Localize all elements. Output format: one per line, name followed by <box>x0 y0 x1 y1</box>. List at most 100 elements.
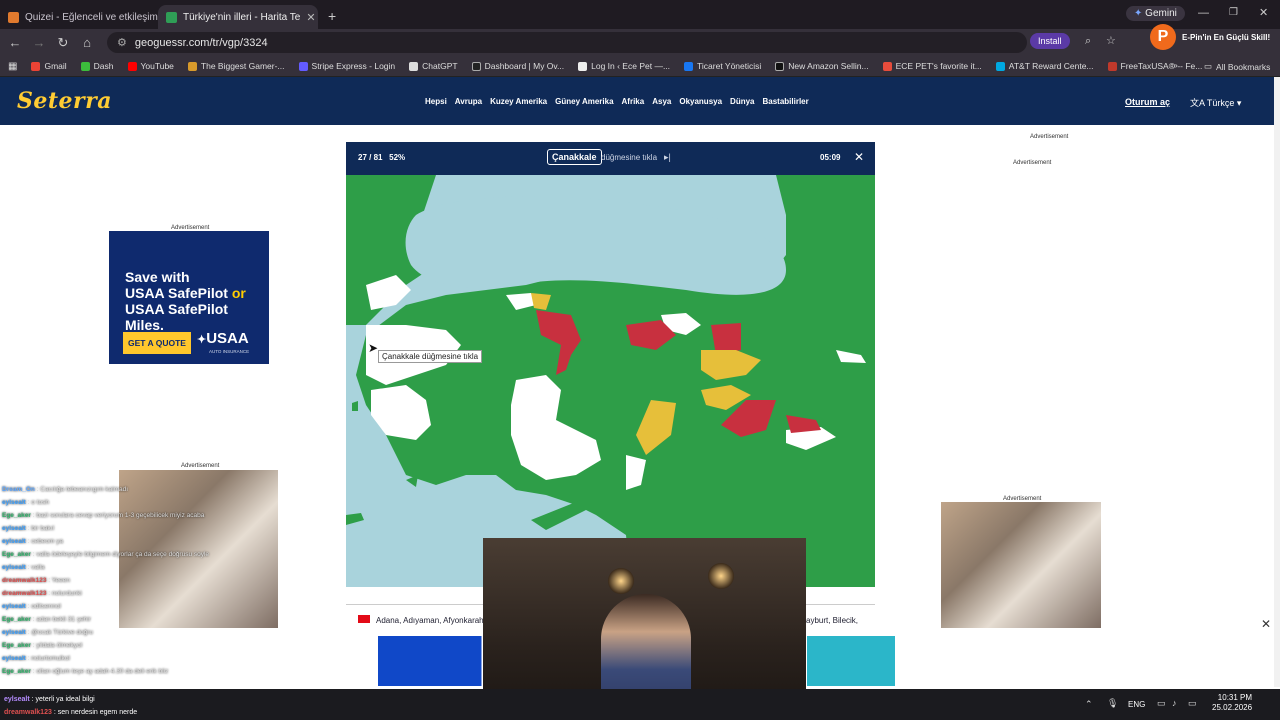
forward-arrow-icon[interactable]: → <box>27 35 51 50</box>
close-ad-icon[interactable]: ✕ <box>1261 617 1271 631</box>
chat-message: Cacılığa tebeanızıgım kalmadı <box>40 486 129 493</box>
chat-line: Ege_aker : adan bekli 31 şehir <box>2 616 91 623</box>
bookmark-item[interactable]: Stripe Express - Login <box>298 61 395 71</box>
tray-expand-icon[interactable]: ⌃ <box>1085 699 1093 710</box>
bookmark-star-icon[interactable]: ☆ <box>1106 34 1116 47</box>
gemini-button[interactable]: ✦ Gemini <box>1126 6 1185 21</box>
close-game-icon[interactable]: ✕ <box>854 150 864 164</box>
address-bar-row: ← → ↻ ⌂ ⚙ geoguessr.com/tr/vgp/3324 Inst… <box>0 24 1280 56</box>
ad-label: Advertisement <box>1030 134 1069 140</box>
prompt-text: düğmesine tıkla <box>601 153 658 162</box>
bookmark-item[interactable]: The Biggest Gamer-... <box>187 61 285 71</box>
apps-grid-icon[interactable]: ▦ <box>8 61 17 72</box>
seterra-logo[interactable]: Seterra <box>17 88 112 114</box>
close-window-button[interactable]: ✕ <box>1259 6 1268 19</box>
nav-item[interactable]: Kuzey Amerika <box>490 97 547 106</box>
chat-username: Dream_On <box>2 486 35 493</box>
extension-p-icon[interactable]: P <box>1150 24 1176 50</box>
volume-icon[interactable]: ♪ <box>1172 698 1177 708</box>
bookmark-item[interactable]: ECE PET's favorite it... <box>882 61 982 71</box>
nav-item[interactable]: Güney Amerika <box>555 97 613 106</box>
chat-username: eylsealt <box>2 538 26 545</box>
nav-item[interactable]: Asya <box>652 97 671 106</box>
url-field[interactable]: ⚙ geoguessr.com/tr/vgp/3324 <box>107 32 1027 53</box>
nav-item[interactable]: Afrika <box>622 97 645 106</box>
chat-message: bazi sorulara cevap veriyorum 1-3 geçebi… <box>36 512 205 519</box>
chat-message: @ocak Türkive doğru <box>31 629 94 636</box>
all-bookmarks-folder[interactable]: ▭ All Bookmarks <box>1204 61 1270 72</box>
nav-item[interactable]: Dünya <box>730 97 754 106</box>
battery-icon[interactable]: ▭ <box>1188 698 1197 709</box>
home-icon[interactable]: ⌂ <box>75 35 99 50</box>
bookmark-item[interactable]: Gmail <box>31 61 67 71</box>
bookmark-item[interactable]: Log In ‹ Ece Pet —... <box>578 61 670 71</box>
meta-icon <box>684 61 694 71</box>
stripe-icon <box>298 61 308 71</box>
tab-quizei[interactable]: Quizei - Eğlenceli ve etkileşimli ✕ <box>0 5 158 29</box>
chat-line: eylsealt : oditsennol <box>2 603 61 610</box>
new-tab-button[interactable]: + <box>328 8 336 24</box>
language-selector[interactable]: 文A Türkçe ▾ <box>1190 96 1241 109</box>
nav-item[interactable]: Hepsi <box>425 97 447 106</box>
bookmark-item[interactable]: YouTube <box>127 61 174 71</box>
site-header: Seterra Hepsi Avrupa Kuzey Amerika Güney… <box>0 77 1274 125</box>
zoom-icon[interactable]: ⌕ <box>1085 35 1091 48</box>
ecepet-icon <box>882 61 892 71</box>
install-app-button[interactable]: Install <box>1030 33 1070 49</box>
back-arrow-icon[interactable]: ← <box>3 35 27 50</box>
turkey-map[interactable] <box>346 175 875 587</box>
target-province-badge: Çanakkale <box>547 149 602 165</box>
input-language[interactable]: ENG <box>1128 700 1145 709</box>
folder-icon: ▭ <box>1204 61 1213 71</box>
lamp-light <box>608 568 634 594</box>
bookmark-item[interactable]: Dash <box>80 61 114 71</box>
chat-message: yildala ölmekyol <box>36 642 83 649</box>
usaa-ad[interactable]: Save with USAA SafePilot or USAA SafePil… <box>109 231 269 364</box>
login-link[interactable]: Oturum aç <box>1125 97 1170 107</box>
nav-item[interactable]: Okyanusya <box>679 97 722 106</box>
taskbar-clock[interactable]: 10:31 PM 25.02.2026 <box>1212 693 1252 713</box>
site-info-icon[interactable]: ⚙ <box>117 36 127 49</box>
cyprus-land <box>531 500 586 530</box>
chat-message: cebeom ya <box>31 538 64 545</box>
network-icon[interactable]: ▭ <box>1157 698 1166 709</box>
more-bookmarks-icon[interactable]: » <box>1173 60 1178 70</box>
progress-counter: 27 / 81 52% <box>358 153 406 162</box>
main-nav: Hepsi Avrupa Kuzey Amerika Güney Amerika… <box>425 77 809 125</box>
chat-message: nolurdunki <box>51 590 82 597</box>
family-photo-ad[interactable] <box>941 502 1101 628</box>
nav-item[interactable]: Avrupa <box>455 97 482 106</box>
get-quote-button[interactable]: GET A QUOTE <box>123 332 191 354</box>
chat-line: eylsealt : @ocak Türkive doğru <box>2 629 94 636</box>
chat-message: valla <box>31 564 45 571</box>
nav-item[interactable]: Bastabilirler <box>763 97 809 106</box>
skip-icon[interactable]: ▸| <box>664 152 671 163</box>
wordpress-icon <box>578 61 588 71</box>
island-land <box>346 513 364 525</box>
chat-message: o tosh <box>31 499 49 506</box>
maximize-window-button[interactable]: ❐ <box>1229 7 1238 18</box>
microphone-icon[interactable]: 🎙 <box>1107 698 1118 709</box>
chat-username: Ege_aker <box>2 668 31 675</box>
bookmark-item[interactable]: AT&T Reward Cente... <box>995 61 1094 71</box>
bookmark-item[interactable]: Dashboard | My Ov... <box>471 61 564 71</box>
bookmark-item[interactable]: New Amazon Sellin... <box>775 61 869 71</box>
page-scrollbar[interactable] <box>1274 77 1280 687</box>
game-timer: 05:09 <box>820 153 841 162</box>
usaa-logo: ✦USAA <box>197 330 249 347</box>
tab-turkiye[interactable]: Türkiye'nin illeri - Harita Te ✕ <box>158 5 318 29</box>
geoguessr-favicon-icon <box>166 11 177 23</box>
map-svg[interactable] <box>346 175 875 587</box>
hover-tooltip: Çanakkale düğmesine tıkla <box>378 350 483 363</box>
bookmark-item[interactable]: Ticaret Yöneticisi <box>684 61 761 71</box>
bookmark-item[interactable]: FreeTaxUSA® -- Fe... <box>1107 61 1202 71</box>
reload-icon[interactable]: ↻ <box>51 35 75 51</box>
gmail-icon <box>31 61 41 71</box>
chat-username: eylsealt <box>2 499 26 506</box>
close-tab-icon[interactable]: ✕ <box>306 11 315 24</box>
chat-message: adan bekli 31 şehir <box>36 616 91 623</box>
bookmark-item[interactable]: ChatGPT <box>409 61 458 71</box>
tab-label: Quizei - Eğlenceli ve etkileşimli <box>25 11 158 23</box>
freetax-icon <box>1107 61 1117 71</box>
minimize-window-button[interactable]: — <box>1198 7 1209 19</box>
